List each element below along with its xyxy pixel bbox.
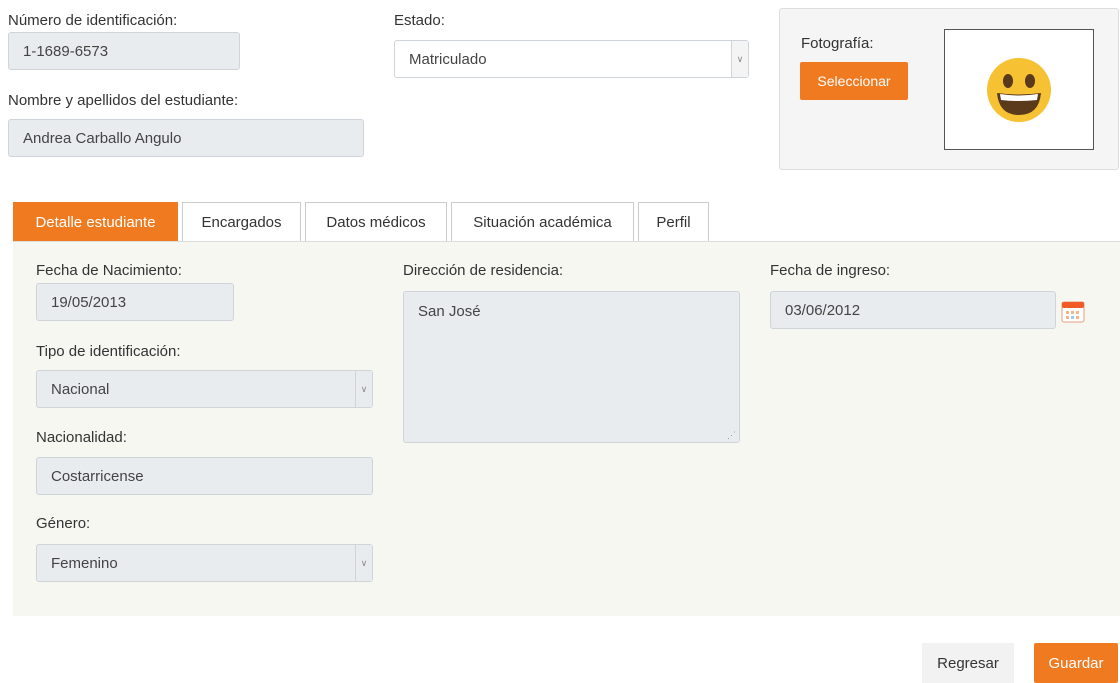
birth-date-label: Fecha de Nacimiento: <box>36 262 182 279</box>
smiley-face-icon <box>987 57 1051 122</box>
tab-situacion-academica[interactable]: Situación académica <box>451 202 634 241</box>
tab-perfil[interactable]: Perfil <box>638 202 709 241</box>
address-label: Dirección de residencia: <box>403 262 564 279</box>
chevron-down-icon[interactable]: ∨ <box>731 41 748 77</box>
select-photo-button[interactable]: Seleccionar <box>800 62 908 100</box>
calendar-icon[interactable] <box>1061 299 1085 323</box>
id-field[interactable]: 1-1689-6573 <box>8 32 240 70</box>
entry-date-field[interactable]: 03/06/2012 <box>770 291 1056 329</box>
estado-value: Matriculado <box>409 50 487 68</box>
gender-select[interactable]: Femenino ∨ <box>36 544 373 582</box>
id-type-select[interactable]: Nacional ∨ <box>36 370 373 408</box>
gender-value: Femenino <box>51 554 118 572</box>
address-value: San José <box>418 303 481 320</box>
resize-handle-icon[interactable]: ⋰ <box>727 430 736 441</box>
estado-select[interactable]: Matriculado ∨ <box>394 40 749 78</box>
photo-label: Fotografía: <box>801 35 874 52</box>
estado-label: Estado: <box>394 12 445 29</box>
id-label: Número de identificación: <box>8 12 178 29</box>
address-textarea[interactable]: San José ⋰ <box>403 291 740 443</box>
chevron-down-icon[interactable]: ∨ <box>355 371 372 407</box>
entry-date-label: Fecha de ingreso: <box>770 262 891 279</box>
name-label: Nombre y apellidos del estudiante: <box>8 92 239 109</box>
save-button[interactable]: Guardar <box>1034 643 1118 683</box>
gender-label: Género: <box>36 515 91 532</box>
name-field[interactable]: Andrea Carballo Angulo <box>8 119 364 157</box>
id-type-value: Nacional <box>51 380 110 398</box>
id-type-label: Tipo de identificación: <box>36 343 181 360</box>
tab-encargados[interactable]: Encargados <box>182 202 301 241</box>
nationality-label: Nacionalidad: <box>36 429 127 446</box>
birth-date-field[interactable]: 19/05/2013 <box>36 283 234 321</box>
tab-datos-medicos[interactable]: Datos médicos <box>305 202 447 241</box>
chevron-down-icon[interactable]: ∨ <box>355 545 372 581</box>
photo-preview <box>944 29 1094 150</box>
tab-detalle-estudiante[interactable]: Detalle estudiante <box>13 202 178 241</box>
back-button[interactable]: Regresar <box>922 643 1014 683</box>
nationality-field[interactable]: Costarricense <box>36 457 373 495</box>
